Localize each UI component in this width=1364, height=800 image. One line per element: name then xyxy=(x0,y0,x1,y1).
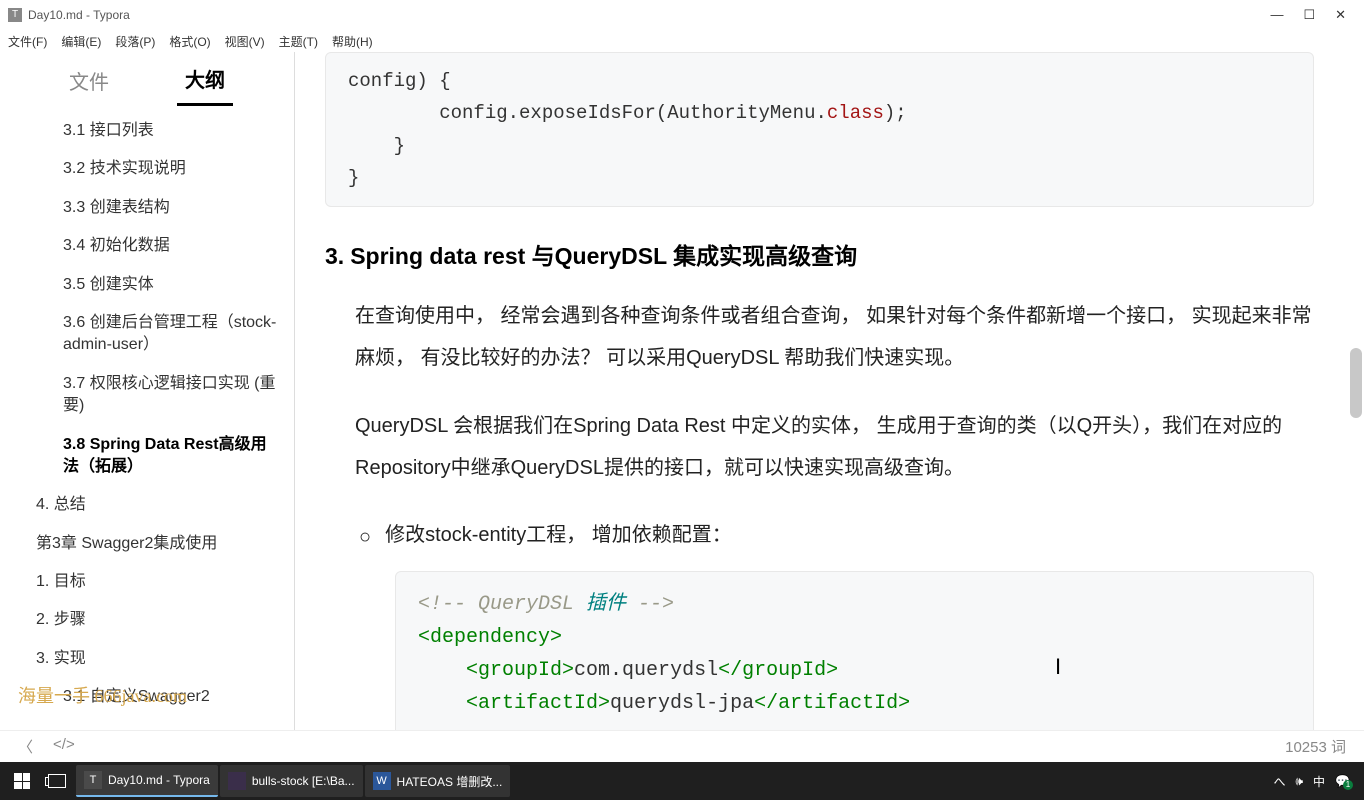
taskbar-label: Day10.md - Typora xyxy=(108,773,210,787)
watermark: 海量一手 666java.com xyxy=(18,682,187,708)
paragraph[interactable]: QueryDSL 会根据我们在Spring Data Rest 中定义的实体， … xyxy=(355,405,1314,489)
minimize-button[interactable]: — xyxy=(1270,7,1283,23)
outline-item-31[interactable]: 3.1 接口列表 xyxy=(18,112,294,150)
app-icon: T xyxy=(8,8,22,22)
outline-item-32[interactable]: 3.2 技术实现说明 xyxy=(18,150,294,188)
task-view-button[interactable] xyxy=(40,765,74,797)
outline-item-c3[interactable]: 第3章 Swagger2集成使用 xyxy=(18,525,294,563)
taskbar-app-word[interactable]: W HATEOAS 增删改... xyxy=(365,765,511,797)
titlebar: T Day10.md - Typora — ☐ ✕ xyxy=(0,0,1364,30)
heading-3[interactable]: 3.Spring data rest 与QueryDSL 集成实现高级查询 xyxy=(325,237,1314,271)
tray-notifications-icon[interactable]: 💬1 xyxy=(1335,774,1350,788)
taskbar-label: HATEOAS 增删改... xyxy=(397,773,503,790)
statusbar: 〈 </> 10253 词 xyxy=(0,730,1364,762)
outline-item-s3[interactable]: 3. 实现 xyxy=(18,640,294,678)
word-count[interactable]: 10253 词 xyxy=(1285,736,1346,757)
tray-volume-icon[interactable]: 🕪 xyxy=(1295,774,1303,789)
outline-item-38[interactable]: 3.8 Spring Data Rest高级用法（拓展） xyxy=(18,426,294,487)
menu-file[interactable]: 文件(F) xyxy=(8,33,47,50)
outline-item-35[interactable]: 3.5 创建实体 xyxy=(18,266,294,304)
maximize-button[interactable]: ☐ xyxy=(1303,7,1315,23)
outline-item-36[interactable]: 3.6 创建后台管理工程（stock-admin-user） xyxy=(18,304,294,365)
windows-icon xyxy=(14,773,30,789)
taskbar-app-typora[interactable]: T Day10.md - Typora xyxy=(76,765,218,797)
system-tray: へ 🕪 中 💬1 xyxy=(1273,773,1358,790)
menu-edit[interactable]: 编辑(E) xyxy=(61,33,101,50)
code-block-xml[interactable]: <!-- QueryDSL 插件 --> <dependency> <group… xyxy=(395,571,1314,730)
menu-format[interactable]: 格式(O) xyxy=(169,33,210,50)
tray-chevron-icon[interactable]: へ xyxy=(1273,773,1285,790)
word-icon: W xyxy=(373,772,391,790)
outline-item-34[interactable]: 3.4 初始化数据 xyxy=(18,227,294,265)
taskview-icon xyxy=(48,774,66,788)
intellij-icon xyxy=(228,772,246,790)
paragraph[interactable]: 在查询使用中， 经常会遇到各种查询条件或者组合查询， 如果针对每个条件都新增一个… xyxy=(355,295,1314,379)
code-line: config.exposeIdsFor(AuthorityMenu.class)… xyxy=(348,102,907,124)
code-block[interactable]: config) { config.exposeIdsFor(AuthorityM… xyxy=(325,52,1314,207)
nav-back-button[interactable]: 〈 xyxy=(18,736,33,757)
close-button[interactable]: ✕ xyxy=(1335,7,1346,23)
menu-view[interactable]: 视图(V) xyxy=(225,33,265,50)
outline-item-33[interactable]: 3.3 创建表结构 xyxy=(18,189,294,227)
window-title: Day10.md - Typora xyxy=(28,8,130,22)
tray-ime[interactable]: 中 xyxy=(1313,773,1325,790)
text-cursor-icon: I xyxy=(1055,654,1061,680)
source-mode-button[interactable]: </> xyxy=(53,736,75,757)
outline-item-37[interactable]: 3.7 权限核心逻辑接口实现 (重要) xyxy=(18,365,294,426)
heading-text: Spring data rest 与QueryDSL 集成实现高级查询 xyxy=(350,243,857,269)
bullet-icon: ○ xyxy=(359,517,371,557)
typora-icon: T xyxy=(84,771,102,789)
menu-theme[interactable]: 主题(T) xyxy=(279,33,318,50)
list-item[interactable]: ○ 修改stock-entity工程， 增加依赖配置： xyxy=(359,515,1314,557)
list-item-text: 修改stock-entity工程， 增加依赖配置： xyxy=(385,515,732,557)
sidebar: 文件 大纲 3.1 接口列表3.2 技术实现说明3.3 创建表结构3.4 初始化… xyxy=(0,52,295,730)
outline-item-4[interactable]: 4. 总结 xyxy=(18,486,294,524)
heading-number: 3. xyxy=(325,243,344,269)
menu-help[interactable]: 帮助(H) xyxy=(332,33,373,50)
menubar: 文件(F) 编辑(E) 段落(P) 格式(O) 视图(V) 主题(T) 帮助(H… xyxy=(0,30,1364,52)
taskbar-app-idea[interactable]: bulls-stock [E:\Ba... xyxy=(220,765,363,797)
outline-list[interactable]: 3.1 接口列表3.2 技术实现说明3.3 创建表结构3.4 初始化数据3.5 … xyxy=(0,108,294,730)
tab-outline[interactable]: 大纲 xyxy=(177,54,233,106)
taskbar-label: bulls-stock [E:\Ba... xyxy=(252,774,355,788)
outline-item-s1[interactable]: 1. 目标 xyxy=(18,563,294,601)
scrollbar-thumb[interactable] xyxy=(1350,348,1362,418)
menu-paragraph[interactable]: 段落(P) xyxy=(115,33,155,50)
editor-content[interactable]: config) { config.exposeIdsFor(AuthorityM… xyxy=(295,52,1364,730)
outline-item-s2[interactable]: 2. 步骤 xyxy=(18,601,294,639)
tab-file[interactable]: 文件 xyxy=(61,56,117,105)
start-button[interactable] xyxy=(6,765,38,797)
